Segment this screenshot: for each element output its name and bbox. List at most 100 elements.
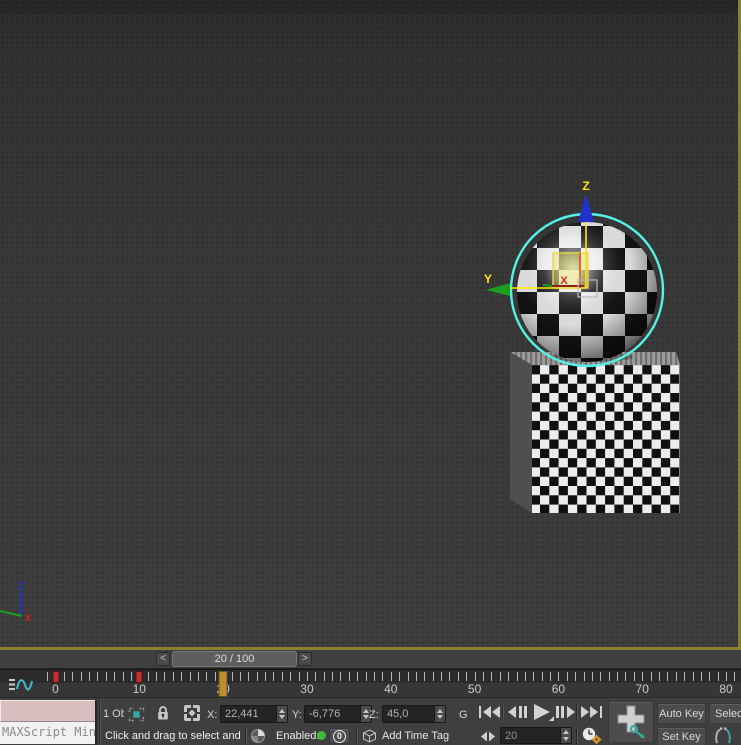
auto-key-button[interactable]: Auto Key — [657, 703, 706, 724]
time-slider-next-button[interactable]: > — [298, 652, 312, 666]
x-spinner[interactable] — [276, 706, 287, 722]
timeline-tick — [592, 672, 593, 681]
set-keys-button[interactable] — [608, 701, 654, 743]
x-coordinate-label: X: — [207, 709, 217, 721]
zero-label: 0 — [333, 730, 346, 743]
go-to-start-button[interactable] — [476, 703, 502, 721]
timeline-tick — [424, 672, 425, 681]
enabled-label: Enabled: — [276, 730, 319, 742]
timeline-tick — [399, 672, 400, 681]
previous-frame-button[interactable] — [505, 703, 529, 721]
next-frame-icon — [553, 703, 577, 721]
timeline-tick — [533, 672, 534, 681]
play-animation-button[interactable] — [529, 702, 555, 722]
timeline-tick — [81, 672, 82, 681]
macro-recorder-pane[interactable] — [0, 700, 95, 722]
timeline-tick — [374, 672, 375, 681]
timeline-tick — [634, 672, 635, 681]
timeline-tick — [483, 672, 484, 681]
timeline-tick — [517, 672, 518, 681]
set-key-button[interactable]: Set Key — [657, 727, 706, 745]
timeline-tick — [72, 672, 73, 681]
track-bar-tick-strip — [0, 670, 741, 683]
mini-curve-editor-button[interactable] — [5, 673, 37, 696]
timeline-tick-label: 50 — [468, 682, 481, 696]
timeline-tick — [173, 672, 174, 681]
checker-sphere-object[interactable] — [517, 222, 657, 362]
x-coordinate-field[interactable]: 22,441 — [220, 705, 288, 723]
timeline-tick — [131, 672, 132, 681]
gizmo-z-arrow[interactable] — [578, 194, 594, 222]
timeline-tick — [659, 672, 660, 681]
world-z-label: Z — [18, 581, 24, 592]
world-axis-tripod: Z X — [0, 581, 31, 623]
z-coordinate-value: 45,0 — [383, 706, 434, 722]
selection-set-dropdown[interactable]: Select — [709, 703, 741, 724]
timeline-tick — [257, 672, 258, 681]
timeline-tick — [164, 672, 165, 681]
timeline-tick — [206, 672, 207, 681]
time-configuration-button[interactable] — [580, 726, 604, 745]
separator — [245, 728, 246, 744]
timeline-tick — [433, 672, 434, 681]
checker-box-object[interactable] — [510, 352, 680, 513]
z-coordinate-field[interactable]: 45,0 — [382, 705, 446, 723]
grid-size-label: G — [459, 709, 468, 721]
set-keys-icon — [613, 703, 649, 741]
timeline-tick — [676, 672, 677, 681]
timeline-tick — [190, 672, 191, 681]
time-configuration-icon — [580, 726, 604, 745]
enabled-status-dot — [317, 731, 326, 740]
keyframe-marker[interactable] — [52, 671, 59, 683]
timeline-tick — [475, 672, 476, 681]
next-frame-button[interactable] — [553, 703, 577, 721]
maxscript-mini-listener[interactable]: MAXScript Mini — [0, 700, 97, 745]
current-frame-marker[interactable] — [219, 671, 228, 697]
timeline-tick — [609, 672, 610, 681]
time-tag-icon-wrap — [362, 729, 377, 743]
timeline-tick — [382, 672, 383, 681]
separator — [502, 704, 503, 721]
selection-lock-toggle[interactable] — [155, 704, 171, 722]
status-bar: MAXScript Mini 1 Ob — [0, 698, 741, 745]
timeline-tick — [600, 672, 601, 681]
gizmo-plane-handle[interactable] — [553, 253, 588, 288]
selection-count-label: 1 Ob — [103, 708, 124, 720]
track-bar[interactable]: 01020304050607080 — [0, 669, 741, 698]
add-time-tag-button[interactable]: Add Time Tag — [382, 730, 449, 742]
absolute-offset-mode-toggle[interactable] — [183, 704, 201, 722]
timeline-tick — [232, 672, 233, 681]
key-mode-toggle[interactable] — [479, 730, 497, 743]
selection-region-button[interactable] — [126, 705, 147, 724]
current-frame-value: 20 — [501, 728, 560, 743]
cube-icon — [362, 729, 377, 743]
go-to-end-button[interactable] — [579, 703, 605, 721]
time-slider-handle[interactable]: 20 / 100 — [172, 651, 297, 667]
timeline-tick — [156, 672, 157, 681]
key-filters-button[interactable] — [710, 726, 735, 745]
y-coordinate-field[interactable]: -6,776 — [304, 705, 372, 723]
timeline-tick — [265, 672, 266, 681]
degradation-zero-button[interactable]: 0 — [329, 728, 350, 744]
timeline-tick — [391, 672, 392, 681]
timeline-tick — [718, 672, 719, 681]
timeline-tick — [642, 672, 643, 681]
timeline-tick-label: 60 — [552, 682, 565, 696]
frame-spinner[interactable] — [560, 728, 571, 743]
z-spinner[interactable] — [434, 706, 445, 722]
lock-icon — [155, 704, 171, 722]
keyframe-marker[interactable] — [136, 671, 143, 683]
listener-pane[interactable]: MAXScript Mini — [0, 722, 95, 744]
timeline-tick — [701, 672, 702, 681]
timeline-tick — [625, 672, 626, 681]
time-slider-prev-button[interactable]: < — [156, 652, 170, 666]
time-slider-track[interactable]: < 20 / 100 > — [0, 650, 741, 669]
perspective-viewport[interactable]: Z Y X Z X — [0, 0, 741, 650]
3dsmax-window: Z Y X Z X < 20 / 100 > — [0, 0, 741, 745]
current-frame-field[interactable]: 20 — [500, 727, 572, 744]
world-y-axis — [0, 611, 22, 616]
timeline-tick — [123, 672, 124, 681]
timeline-tick-label: 40 — [384, 682, 397, 696]
adaptive-degradation-toggle[interactable] — [250, 728, 266, 744]
timeline-tick — [508, 672, 509, 681]
